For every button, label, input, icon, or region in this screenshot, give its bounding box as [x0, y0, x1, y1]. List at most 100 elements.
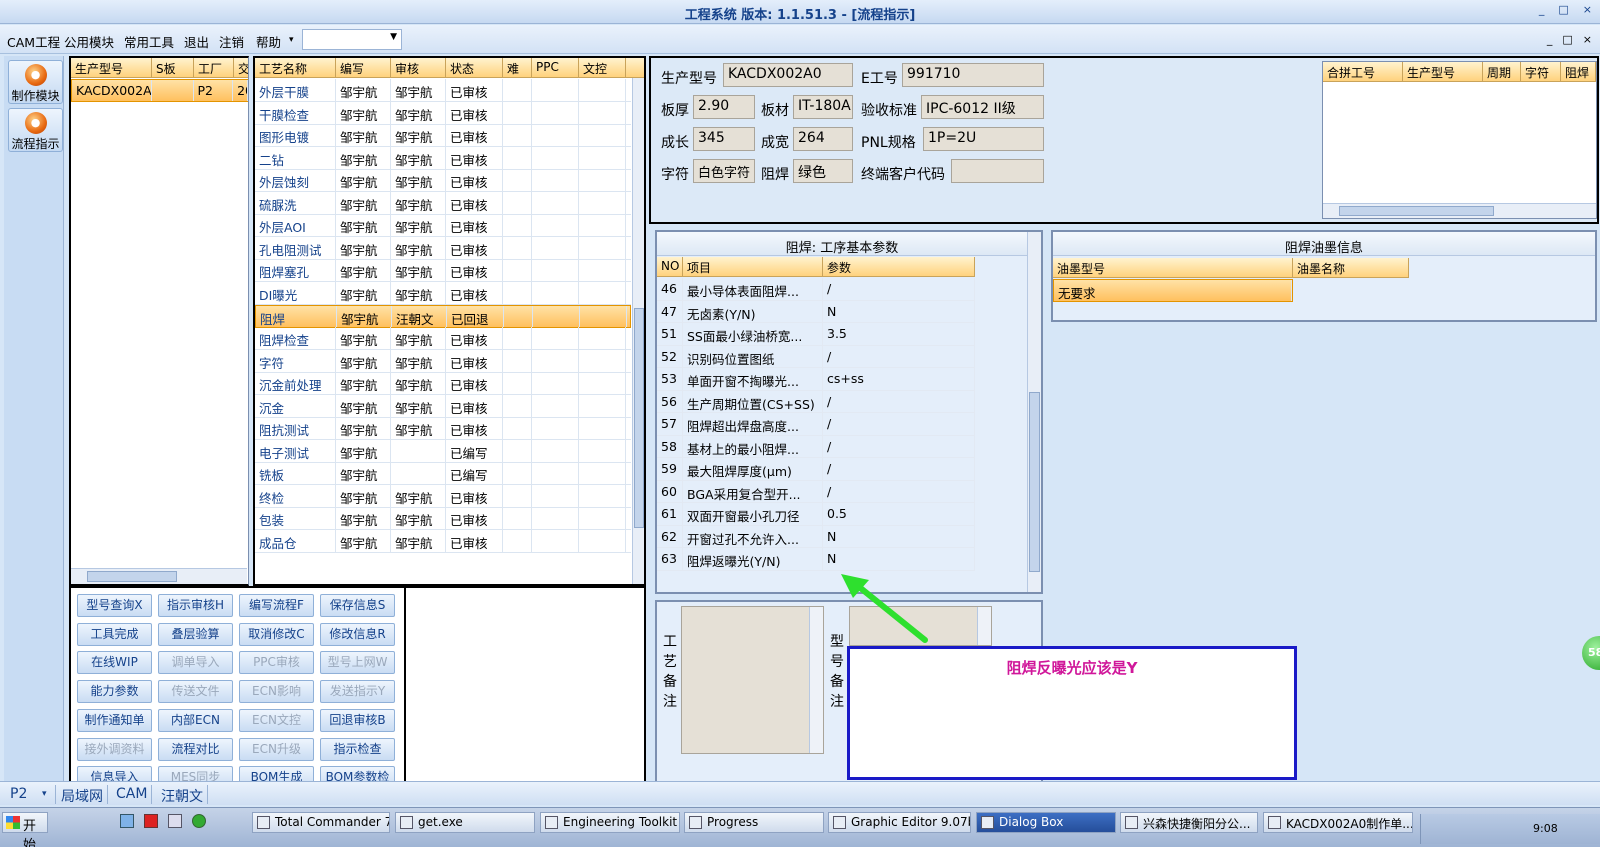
process-row[interactable]: 阻焊检查 邹宇航 邹宇航 已审核	[255, 327, 631, 351]
action-button[interactable]: 制作通知单	[77, 708, 152, 732]
menu-exit[interactable]: 退出	[184, 32, 209, 51]
param-row[interactable]: 57 阻焊超出焊盘高度... /	[657, 413, 975, 436]
menu-help-arrow-icon[interactable]: ▾	[289, 35, 294, 45]
col-model[interactable]: 生产型号	[71, 58, 152, 77]
col-character[interactable]: 字符	[1521, 62, 1561, 81]
action-button[interactable]: 叠层验算	[158, 622, 233, 646]
action-button[interactable]: ECN影响	[239, 680, 314, 704]
param-row[interactable]: 59 最大阻焊厚度(μm) /	[657, 458, 975, 481]
horizontal-scrollbar[interactable]	[1323, 203, 1596, 218]
col-ppc[interactable]: PPC	[532, 58, 579, 77]
field-standard[interactable]: IPC-6012 II级	[921, 95, 1044, 119]
field-e-no[interactable]: 991710	[902, 63, 1044, 87]
taskbar-item[interactable]: Total Commander 7.0...	[252, 812, 390, 833]
field-length[interactable]: 345	[693, 127, 755, 151]
action-button[interactable]: 编写流程F	[239, 594, 314, 617]
process-row[interactable]: 阻焊 邹宇航 汪朝文 已回退	[255, 304, 631, 328]
process-notes-field[interactable]	[681, 606, 824, 754]
action-button[interactable]: 修改信息R	[320, 622, 395, 646]
mdi-close-button[interactable]: ×	[1583, 33, 1592, 46]
param-row[interactable]: 52 识别码位置图纸 /	[657, 345, 975, 368]
menu-cam[interactable]: CAM工程	[7, 32, 60, 51]
mdi-restore-button[interactable]: □	[1562, 33, 1572, 46]
param-row[interactable]: 62 开窗过孔不允许入... N	[657, 525, 975, 548]
action-button[interactable]: 在线WIP	[77, 651, 152, 675]
process-row[interactable]: 二钻 邹宇航 邹宇航 已审核	[255, 146, 631, 170]
action-button[interactable]: 传送文件	[158, 680, 233, 704]
col-status[interactable]: 状态	[446, 58, 503, 77]
taskbar-item[interactable]: get.exe	[395, 812, 535, 833]
field-model[interactable]: KACDX002A0	[723, 63, 853, 87]
field-mask[interactable]: 绿色	[793, 159, 853, 183]
process-row[interactable]: 阻焊塞孔 邹宇航 邹宇航 已审核	[255, 259, 631, 283]
nav-flow-instruction[interactable]: ● 流程指示	[8, 108, 63, 152]
process-row[interactable]: 电子测试 邹宇航 已编写	[255, 439, 631, 463]
taskbar-item[interactable]: 兴森快捷衡阳分公...	[1120, 812, 1258, 833]
process-row[interactable]: 铣板 邹宇航 已编写	[255, 462, 631, 486]
action-button[interactable]: 调单导入	[158, 651, 233, 675]
action-button[interactable]: 指示审核H	[158, 594, 233, 617]
col-ink-name[interactable]: 油墨名称	[1293, 258, 1409, 277]
taskbar-item[interactable]: Progress	[684, 812, 824, 833]
action-button[interactable]: PPC审核	[239, 651, 314, 675]
col-item[interactable]: 项目	[683, 257, 823, 276]
action-button[interactable]: 型号上网W	[320, 651, 395, 675]
field-width[interactable]: 264	[793, 127, 853, 151]
param-row[interactable]: 51 SS面最小绿油桥宽... 3.5	[657, 323, 975, 346]
pdf-icon[interactable]	[144, 814, 158, 828]
col-difficulty[interactable]: 难	[503, 58, 532, 77]
quick-launch-icon[interactable]	[120, 814, 134, 828]
process-row[interactable]: 成品仓 邹宇航 邹宇航 已审核	[255, 530, 631, 553]
col-doc-control[interactable]: 文控	[579, 58, 626, 77]
process-row[interactable]: 硫脲洗 邹宇航 邹宇航 已审核	[255, 191, 631, 215]
action-button[interactable]: 型号查询X	[77, 594, 152, 617]
field-pnl[interactable]: 1P=2U	[923, 127, 1044, 151]
taskbar-item[interactable]: KACDX002A0制作单...	[1263, 812, 1413, 833]
taskbar-item[interactable]: Dialog Box	[976, 812, 1116, 833]
action-button[interactable]: 内部ECN	[158, 708, 233, 732]
start-button[interactable]: 开始	[2, 812, 48, 847]
field-thickness[interactable]: 2.90	[693, 95, 755, 119]
col-ink-type[interactable]: 油墨型号	[1053, 258, 1293, 277]
process-row[interactable]: 终检 邹宇航 邹宇航 已审核	[255, 484, 631, 508]
param-row[interactable]: 60 BGA采用复合型开... /	[657, 480, 975, 503]
process-row[interactable]: 外层蚀刻 邹宇航 邹宇航 已审核	[255, 169, 631, 193]
col-writer[interactable]: 编写	[336, 58, 391, 77]
param-row[interactable]: 46 最小导体表面阻焊... /	[657, 278, 975, 301]
notepad-icon[interactable]	[168, 814, 182, 828]
process-row[interactable]: 外层干膜 邹宇航 邹宇航 已审核	[255, 79, 631, 102]
menu-common[interactable]: 公用模块	[64, 32, 114, 51]
browser-icon[interactable]	[192, 814, 206, 828]
param-row[interactable]: 47 无卤素(Y/N) N	[657, 300, 975, 323]
menu-help[interactable]: 帮助	[256, 32, 281, 51]
param-row[interactable]: 56 生产周期位置(CS+SS) /	[657, 390, 975, 413]
process-row[interactable]: 沉金前处理 邹宇航 邹宇航 已审核	[255, 372, 631, 396]
param-row[interactable]: 63 阻焊返曝光(Y/N) N	[657, 548, 975, 571]
nav-make-module[interactable]: ● 制作模块	[8, 60, 63, 104]
vertical-scrollbar[interactable]	[632, 78, 644, 584]
col-reviewer[interactable]: 审核	[391, 58, 446, 77]
ink-row[interactable]: 无要求	[1053, 279, 1293, 302]
process-row[interactable]: DI曝光 邹宇航 邹宇航 已审核	[255, 281, 631, 305]
process-row[interactable]: 干膜检查 邹宇航 邹宇航 已审核	[255, 101, 631, 125]
action-button[interactable]: 接外调资料	[77, 737, 152, 761]
action-button[interactable]: 回退审核B	[320, 708, 395, 732]
process-row[interactable]: 沉金 邹宇航 邹宇航 已审核	[255, 394, 631, 418]
floating-badge[interactable]: 58	[1582, 636, 1600, 670]
chevron-down-icon[interactable]: ▾	[38, 788, 51, 807]
col-combined-no[interactable]: 合拼工号	[1323, 62, 1403, 81]
menu-combo[interactable]: ▼	[302, 29, 402, 50]
param-row[interactable]: 61 双面开窗最小孔刀径 0.5	[657, 503, 975, 526]
process-row[interactable]: 包装 邹宇航 邹宇航 已审核	[255, 507, 631, 531]
col-jiao[interactable]: 交	[234, 58, 248, 77]
process-row[interactable]: 字符 邹宇航 邹宇航 已审核	[255, 349, 631, 373]
col-mask[interactable]: 阻焊	[1561, 62, 1596, 81]
action-button[interactable]: ECN文控	[239, 708, 314, 732]
mdi-minimize-button[interactable]: _	[1547, 33, 1553, 46]
col-factory[interactable]: 工厂	[194, 58, 234, 77]
col-value[interactable]: 参数	[823, 257, 975, 276]
field-material[interactable]: IT-180A	[793, 95, 853, 119]
minimize-button[interactable]: _	[1539, 3, 1545, 16]
action-button[interactable]: ECN升级	[239, 737, 314, 761]
param-row[interactable]: 53 单面开窗不掏曝光... cs+ss	[657, 368, 975, 391]
